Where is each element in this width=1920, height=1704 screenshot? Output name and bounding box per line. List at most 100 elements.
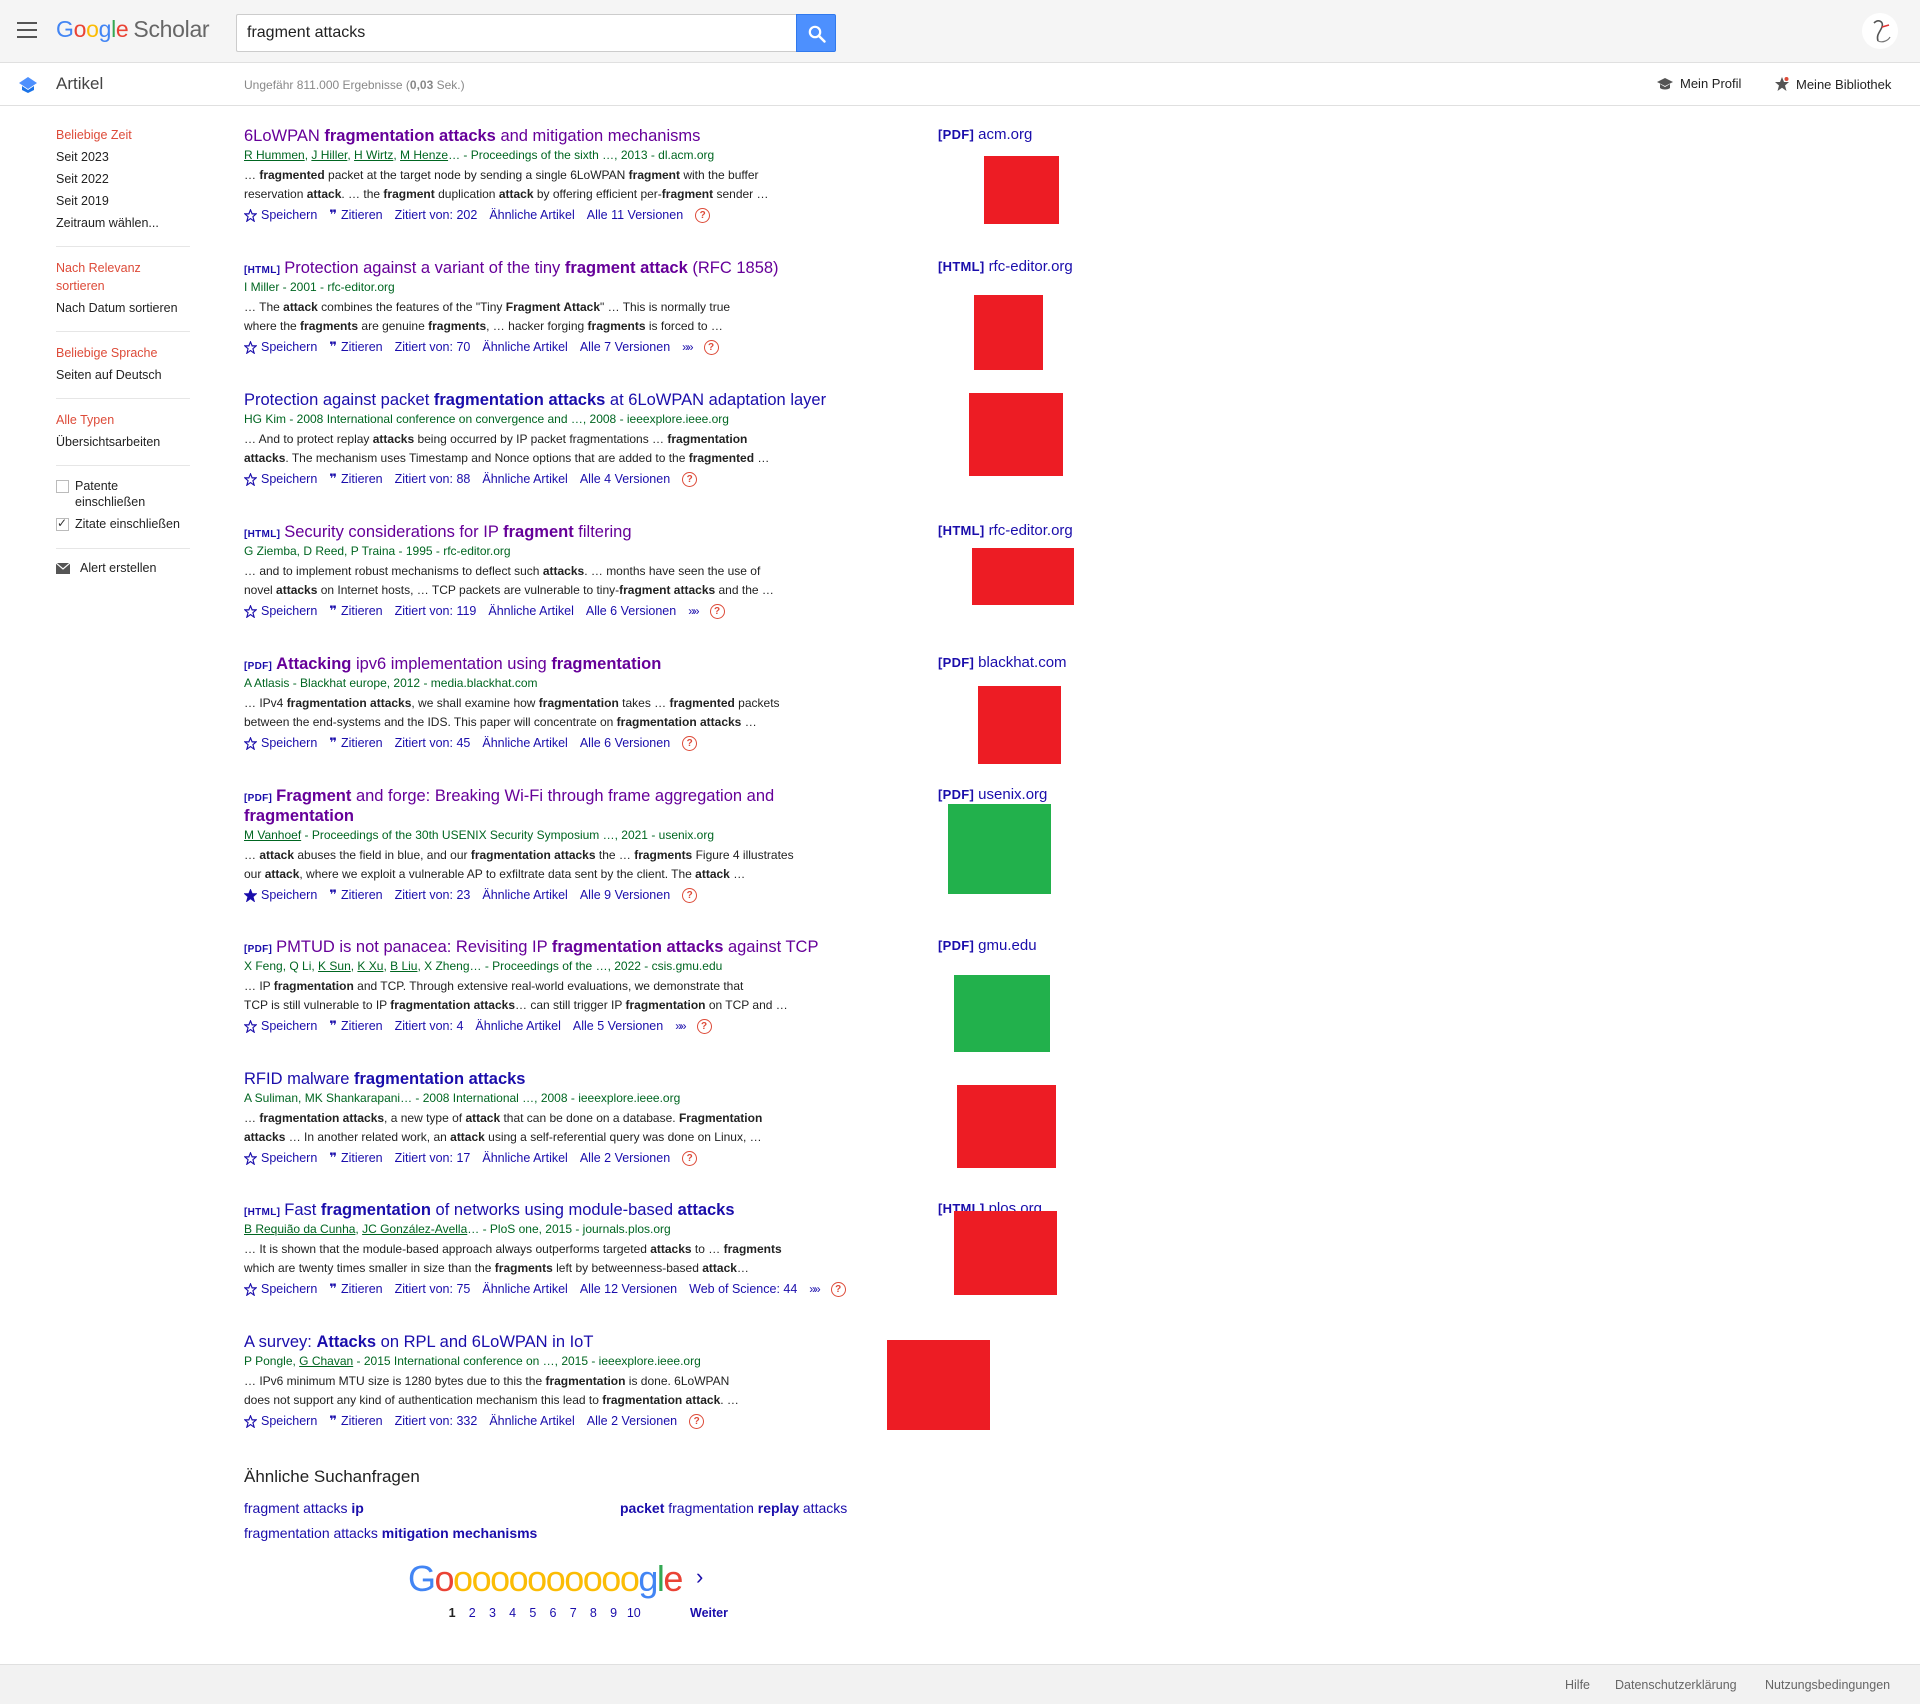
author-link[interactable]: B Requião da Cunha: [244, 1222, 355, 1236]
related-articles-link[interactable]: Ähnliche Artikel: [482, 1151, 567, 1165]
preview-thumbnail[interactable]: [957, 1085, 1056, 1168]
result-title-link[interactable]: 6LoWPAN fragmentation attacks and mitiga…: [244, 127, 700, 145]
search-button[interactable]: [796, 14, 836, 52]
page-number-9[interactable]: 9: [604, 1606, 624, 1620]
related-search-1[interactable]: fragment attacks ip: [244, 1500, 364, 1516]
help-icon[interactable]: ?: [682, 735, 698, 751]
fulltext-source-link[interactable]: [HTML] rfc-editor.org: [938, 522, 1073, 539]
fulltext-source-link[interactable]: [PDF] usenix.org: [938, 786, 1047, 803]
author-link[interactable]: M Henze: [400, 148, 448, 162]
all-versions-link[interactable]: Alle 2 Versionen: [587, 1414, 677, 1428]
cite-link[interactable]: ❞ Zitieren: [329, 603, 382, 619]
cited-by-link[interactable]: Zitiert von: 70: [395, 340, 471, 354]
filter-any-language[interactable]: Beliebige Sprache: [56, 344, 190, 362]
cite-link[interactable]: ❞ Zitieren: [329, 887, 382, 903]
related-articles-link[interactable]: Ähnliche Artikel: [482, 1282, 567, 1296]
help-icon[interactable]: ?: [682, 471, 698, 487]
related-articles-link[interactable]: Ähnliche Artikel: [489, 208, 574, 222]
cited-by-link[interactable]: Zitiert von: 75: [395, 1282, 471, 1296]
author-link[interactable]: R Hummen: [244, 148, 305, 162]
filter-since-2023[interactable]: Seit 2023: [56, 148, 190, 166]
save-link[interactable]: Speichern: [244, 888, 317, 902]
author-link[interactable]: J Hiller: [311, 148, 347, 162]
cited-by-link[interactable]: Zitiert von: 202: [395, 208, 478, 222]
cited-by-link[interactable]: Zitiert von: 119: [395, 604, 477, 618]
author-link[interactable]: H Wirtz: [354, 148, 393, 162]
create-alert-link[interactable]: Alert erstellen: [56, 561, 190, 575]
more-options-icon[interactable]: »»: [809, 1282, 820, 1296]
result-title-link[interactable]: Security considerations for IP fragment …: [284, 523, 631, 541]
more-options-icon[interactable]: »»: [688, 604, 699, 618]
fulltext-source-link[interactable]: [PDF] gmu.edu: [938, 937, 1037, 954]
preview-thumbnail[interactable]: [954, 1211, 1057, 1295]
result-title-link[interactable]: PMTUD is not panacea: Revisiting IP frag…: [276, 938, 818, 956]
preview-thumbnail[interactable]: [887, 1340, 990, 1430]
author-link[interactable]: B Liu: [390, 959, 417, 973]
related-search-3[interactable]: fragmentation attacks mitigation mechani…: [244, 1525, 537, 1541]
cite-link[interactable]: ❞ Zitieren: [329, 1150, 382, 1166]
author-link[interactable]: G Chavan: [299, 1354, 353, 1368]
all-versions-link[interactable]: Alle 9 Versionen: [580, 888, 670, 902]
cited-by-link[interactable]: Zitiert von: 88: [395, 472, 471, 486]
all-versions-link[interactable]: Alle 11 Versionen: [587, 208, 683, 222]
web-of-science-link[interactable]: Web of Science: 44: [689, 1282, 797, 1296]
save-link[interactable]: Speichern: [244, 1019, 317, 1033]
more-options-icon[interactable]: »»: [682, 340, 693, 354]
author-link[interactable]: K Sun: [318, 959, 351, 973]
next-page-link[interactable]: Weiter: [690, 1606, 728, 1620]
save-link[interactable]: Speichern: [244, 604, 317, 618]
save-link[interactable]: Speichern: [244, 736, 317, 750]
preview-thumbnail[interactable]: [969, 393, 1063, 476]
page-number-2[interactable]: 2: [462, 1606, 482, 1620]
preview-thumbnail[interactable]: [978, 686, 1061, 764]
result-title-link[interactable]: Fast fragmentation of networks using mod…: [284, 1201, 734, 1219]
preview-thumbnail[interactable]: [972, 548, 1074, 605]
preview-thumbnail[interactable]: [954, 975, 1050, 1052]
related-articles-link[interactable]: Ähnliche Artikel: [489, 1414, 574, 1428]
include-citations-checkbox[interactable]: Zitate einschließen: [56, 516, 190, 532]
result-title-link[interactable]: Protection against a variant of the tiny…: [284, 259, 778, 277]
preview-thumbnail[interactable]: [984, 156, 1059, 224]
filter-german-pages[interactable]: Seiten auf Deutsch: [56, 366, 190, 384]
all-versions-link[interactable]: Alle 6 Versionen: [586, 604, 676, 618]
preview-thumbnail[interactable]: [974, 295, 1043, 370]
save-link[interactable]: Speichern: [244, 472, 317, 486]
help-icon[interactable]: ?: [695, 207, 711, 223]
save-link[interactable]: Speichern: [244, 1282, 317, 1296]
sort-by-date[interactable]: Nach Datum sortieren: [56, 299, 190, 317]
checkbox-unchecked[interactable]: [56, 480, 69, 493]
page-number-10[interactable]: 10: [624, 1606, 644, 1620]
related-search-2[interactable]: packet fragmentation replay attacks: [620, 1500, 847, 1516]
cite-link[interactable]: ❞ Zitieren: [329, 207, 382, 223]
cite-link[interactable]: ❞ Zitieren: [329, 1413, 382, 1429]
page-number-5[interactable]: 5: [523, 1606, 543, 1620]
cite-link[interactable]: ❞ Zitieren: [329, 471, 382, 487]
help-icon[interactable]: ?: [682, 1150, 698, 1166]
help-icon[interactable]: ?: [703, 339, 719, 355]
cite-link[interactable]: ❞ Zitieren: [329, 1281, 382, 1297]
checkbox-checked[interactable]: [56, 516, 69, 531]
all-versions-link[interactable]: Alle 7 Versionen: [580, 340, 670, 354]
author-link[interactable]: K Xu: [357, 959, 383, 973]
cite-link[interactable]: ❞ Zitieren: [329, 1018, 382, 1034]
preview-thumbnail[interactable]: [948, 804, 1051, 894]
result-title-link[interactable]: RFID malware fragmentation attacks: [244, 1070, 525, 1088]
result-title-link[interactable]: Protection against packet fragmentation …: [244, 391, 826, 409]
filter-custom-range[interactable]: Zeitraum wählen...: [56, 214, 190, 232]
all-versions-link[interactable]: Alle 4 Versionen: [580, 472, 670, 486]
cited-by-link[interactable]: Zitiert von: 4: [395, 1019, 464, 1033]
page-number-4[interactable]: 4: [503, 1606, 523, 1620]
save-link[interactable]: Speichern: [244, 1414, 317, 1428]
result-title-link[interactable]: Fragment and forge: Breaking Wi-Fi throu…: [244, 787, 774, 825]
page-number-8[interactable]: 8: [583, 1606, 603, 1620]
page-number-6[interactable]: 6: [543, 1606, 563, 1620]
cite-link[interactable]: ❞ Zitieren: [329, 339, 382, 355]
more-options-icon[interactable]: »»: [675, 1019, 686, 1033]
author-link[interactable]: JC González-Avella: [362, 1222, 467, 1236]
menu-icon[interactable]: [17, 22, 37, 38]
filter-since-2022[interactable]: Seit 2022: [56, 170, 190, 188]
footer-help-link[interactable]: Hilfe: [1565, 1678, 1590, 1692]
include-patents-checkbox[interactable]: Patente einschließen: [56, 478, 190, 510]
related-articles-link[interactable]: Ähnliche Artikel: [488, 604, 573, 618]
save-link[interactable]: Speichern: [244, 1151, 317, 1165]
